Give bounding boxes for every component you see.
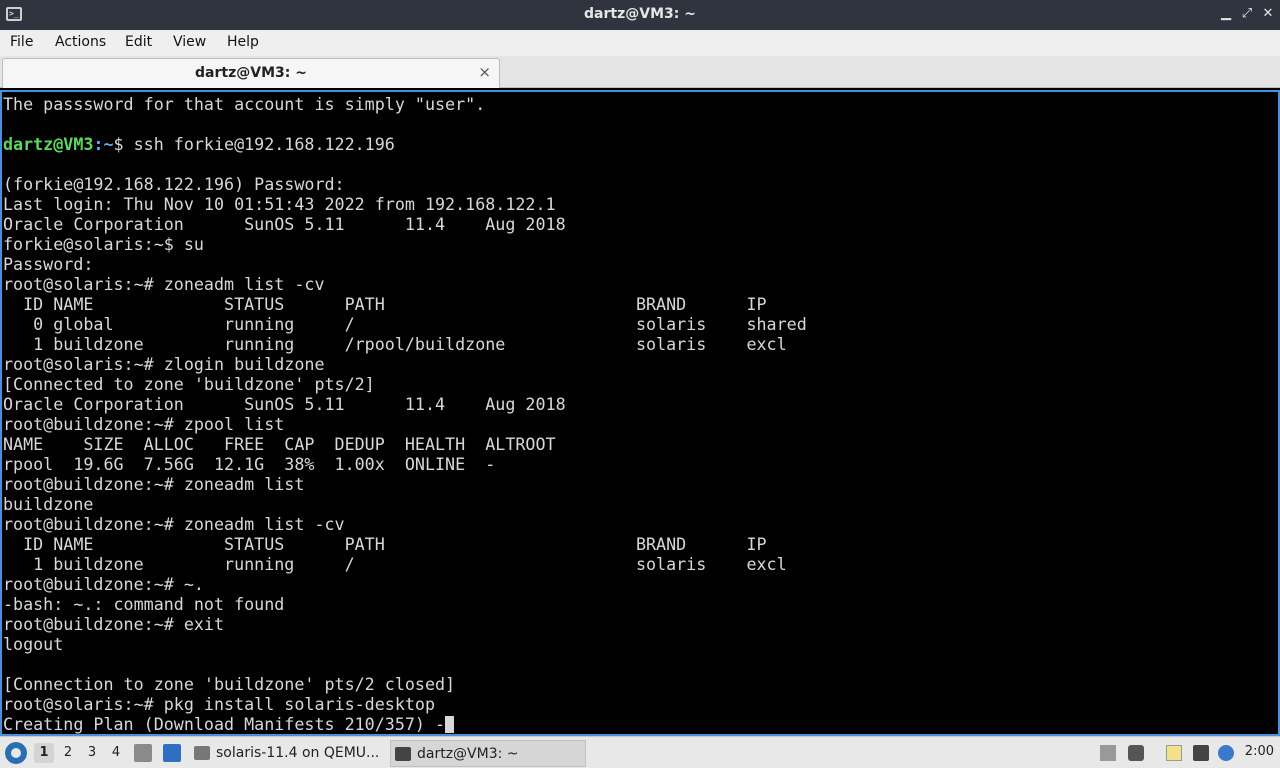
close-window-button[interactable]: ✕	[1260, 6, 1276, 22]
terminal-line: root@solaris:~# zlogin buildzone	[3, 354, 325, 374]
terminal-line: root@buildzone:~# exit	[3, 614, 225, 634]
tab-close-icon[interactable]: ×	[478, 63, 491, 81]
terminal-line: NAME SIZE ALLOC FREE CAP DEDUP HEALTH AL…	[3, 434, 556, 454]
progress-text: Creating Plan (Download Manifests 210/35…	[3, 714, 446, 734]
terminal-line: root@solaris:~# pkg install solaris-desk…	[3, 694, 436, 714]
workspace-3[interactable]: 3	[82, 743, 102, 763]
terminal-line: root@solaris:~# zoneadm list -cv	[3, 274, 325, 294]
menu-actions[interactable]: Actions	[55, 34, 106, 50]
task-label: solaris-11.4 on QEMU...	[216, 745, 380, 761]
task-terminal[interactable]: dartz@VM3: ~	[390, 740, 586, 767]
terminal-line: forkie@solaris:~$ su	[3, 234, 204, 254]
minimize-button[interactable]: ▁	[1218, 6, 1234, 22]
menu-view[interactable]: View	[173, 34, 206, 50]
menu-edit[interactable]: Edit	[125, 34, 152, 50]
text-cursor	[445, 716, 455, 733]
terminal-line: Oracle Corporation SunOS 5.11 11.4 Aug 2…	[3, 214, 566, 234]
terminal-line: Last login: Thu Nov 10 01:51:43 2022 fro…	[3, 194, 556, 214]
terminal-line: 0 global running / solaris shared	[3, 314, 807, 334]
window-title: dartz@VM3: ~	[584, 6, 696, 22]
updates-icon[interactable]	[1100, 745, 1116, 761]
start-menu-icon[interactable]	[5, 742, 27, 764]
terminal-line: [Connected to zone 'buildzone' pts/2]	[3, 374, 375, 394]
terminal-line: dartz@VM3:~$ ssh forkie@192.168.122.196	[3, 134, 807, 154]
terminal-line: Creating Plan (Download Manifests 210/35…	[3, 714, 807, 734]
menu-file[interactable]: File	[10, 34, 33, 50]
task-qemu[interactable]: solaris-11.4 on QEMU...	[190, 740, 386, 767]
maximize-button[interactable]: ⤢	[1239, 6, 1255, 22]
menu-help[interactable]: Help	[227, 34, 259, 50]
file-manager-icon[interactable]	[134, 744, 152, 762]
terminal-line: ID NAME STATUS PATH BRAND IP	[3, 294, 767, 314]
workspace-2[interactable]: 2	[58, 743, 78, 763]
terminal-view[interactable]: The passsword for that account is simply…	[0, 90, 1280, 736]
terminal-line: The passsword for that account is simply…	[3, 94, 486, 114]
terminal-line: ID NAME STATUS PATH BRAND IP	[3, 534, 767, 554]
terminal-line: -bash: ~.: command not found	[3, 594, 285, 614]
volume-icon[interactable]	[1128, 745, 1144, 761]
notification-icon[interactable]	[1218, 745, 1234, 761]
tab-bar: dartz@VM3: ~ ×	[0, 56, 1280, 88]
terminal-tab[interactable]: dartz@VM3: ~ ×	[2, 58, 500, 88]
clipboard-icon[interactable]	[1166, 745, 1182, 761]
window-titlebar[interactable]: >_ dartz@VM3: ~ ▁ ⤢ ✕	[0, 0, 1280, 30]
terminal-line: buildzone	[3, 494, 94, 514]
terminal-task-icon	[395, 747, 411, 761]
taskbar: 1 2 3 4 solaris-11.4 on QEMU... dartz@VM…	[0, 736, 1280, 768]
terminal-line: 1 buildzone running /rpool/buildzone sol…	[3, 334, 787, 354]
show-desktop-icon[interactable]	[163, 744, 181, 762]
terminal-line: root@buildzone:~# zoneadm list	[3, 474, 305, 494]
menu-bar: File Actions Edit View Help	[0, 30, 1280, 56]
terminal-line: root@buildzone:~# zoneadm list -cv	[3, 514, 345, 534]
terminal-line: root@buildzone:~# ~.	[3, 574, 204, 594]
workspace-1[interactable]: 1	[34, 743, 54, 763]
terminal-line: (forkie@192.168.122.196) Password:	[3, 174, 345, 194]
terminal-line: root@buildzone:~# zpool list	[3, 414, 285, 434]
tab-label: dartz@VM3: ~	[195, 65, 307, 81]
task-label: dartz@VM3: ~	[417, 746, 519, 762]
qemu-icon	[194, 746, 210, 760]
clock[interactable]: 2:00	[1245, 744, 1274, 759]
prompt-path: :~	[93, 134, 114, 154]
network-icon[interactable]	[1193, 745, 1209, 761]
terminal-line: Oracle Corporation SunOS 5.11 11.4 Aug 2…	[3, 394, 566, 414]
command-text: $ ssh forkie@192.168.122.196	[113, 134, 395, 154]
terminal-line: 1 buildzone running / solaris excl	[3, 554, 787, 574]
terminal-output: The passsword for that account is simply…	[3, 94, 807, 734]
prompt-user: dartz@VM3	[3, 134, 94, 154]
terminal-line: rpool 19.6G 7.56G 12.1G 38% 1.00x ONLINE…	[3, 454, 496, 474]
workspace-4[interactable]: 4	[106, 743, 126, 763]
terminal-line: Password:	[3, 254, 94, 274]
terminal-line: [Connection to zone 'buildzone' pts/2 cl…	[3, 674, 456, 694]
terminal-line: logout	[3, 634, 64, 654]
